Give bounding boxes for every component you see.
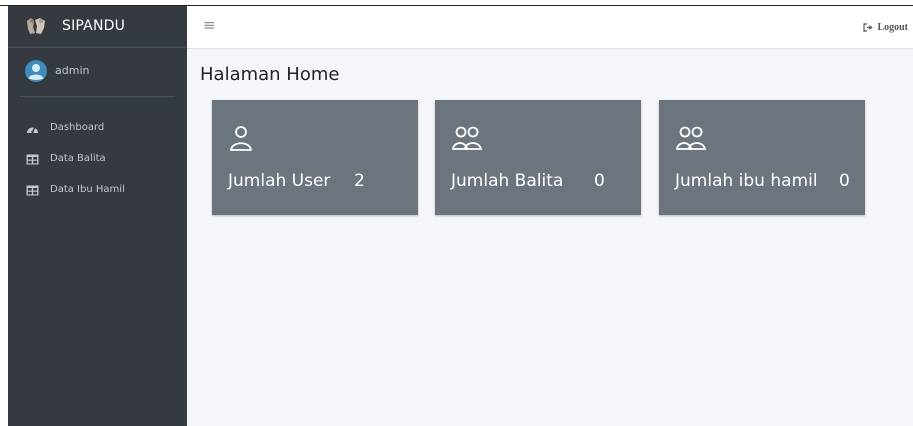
logout-label: Logout [877,22,908,33]
page-title: Halaman Home [200,64,340,85]
stat-card-count: 2 [354,171,365,191]
brand-name: SIPANDU [62,18,126,34]
user-panel[interactable]: admin [8,48,187,96]
stat-card-count: 0 [594,171,605,191]
table-icon [26,154,39,165]
main-content: Halaman Home Jumlah User 2 Jumlah Balita… [187,49,913,426]
sidebar-item-data-balita[interactable]: Data Balita [8,145,187,176]
stat-card-label: Jumlah User [228,171,331,191]
brand-logo-icon [27,18,45,34]
menu-toggle-icon[interactable]: ≡ [203,18,216,33]
sidebar-divider [20,96,175,97]
logout-link[interactable]: Logout [863,22,908,33]
sidebar-item-label: Dashboard [50,122,105,133]
brand-link[interactable]: SIPANDU [8,6,187,48]
sidebar-item-label: Data Balita [50,153,106,164]
user-name: admin [55,64,90,77]
stat-card-label: Jumlah ibu hamil [675,171,818,191]
sidebar-nav: Dashboard Data Balita Data Ibu Hamil [8,114,187,207]
stat-card-ibu-hamil[interactable]: Jumlah ibu hamil 0 [659,100,865,215]
dashboard-gauge-icon [27,126,38,134]
stat-card-balita[interactable]: Jumlah Balita 0 [435,100,641,215]
sidebar-item-data-ibu-hamil[interactable]: Data Ibu Hamil [8,176,187,207]
logout-icon [863,23,873,32]
stat-card-user[interactable]: Jumlah User 2 [212,100,418,215]
users-icon [676,126,706,150]
sidebar-item-dashboard[interactable]: Dashboard [8,114,187,145]
stat-card-label: Jumlah Balita [451,171,564,191]
users-icon [452,126,482,150]
sidebar-item-label: Data Ibu Hamil [50,184,125,195]
table-icon [26,185,39,196]
sidebar: SIPANDU admin Dashboard Data Balita Data… [8,6,187,426]
user-icon [230,126,252,151]
user-avatar-icon [25,60,47,82]
app-window: SIPANDU admin Dashboard Data Balita Data… [0,0,913,426]
stat-card-count: 0 [839,171,850,191]
top-navbar: ≡ Logout [187,6,913,49]
